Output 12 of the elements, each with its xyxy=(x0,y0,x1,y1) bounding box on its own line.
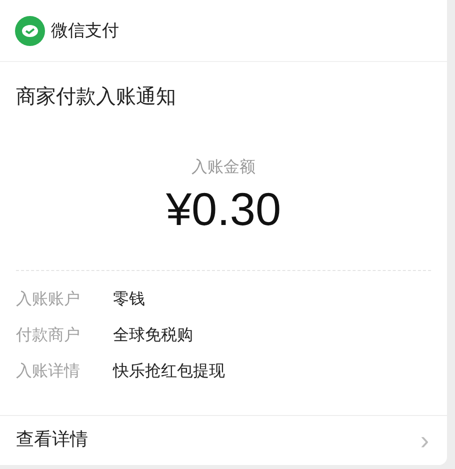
detail-value: 全球免税购 xyxy=(113,326,193,346)
detail-value: 快乐抢红包提现 xyxy=(113,362,225,382)
detail-value: 零钱 xyxy=(113,290,145,310)
detail-label: 入账账户 xyxy=(16,290,81,310)
view-details-link[interactable]: 查看详情 xyxy=(16,426,88,453)
detail-label: 付款商户 xyxy=(16,326,81,346)
notice-title: 商家付款入账通知 xyxy=(16,86,176,108)
detail-label: 入账详情 xyxy=(16,362,81,382)
amount-label: 入账金额 xyxy=(192,158,256,178)
wallet-logo-icon xyxy=(15,16,45,46)
app-name: 微信支付 xyxy=(51,20,119,42)
amount-value: ¥0.30 xyxy=(166,182,282,236)
